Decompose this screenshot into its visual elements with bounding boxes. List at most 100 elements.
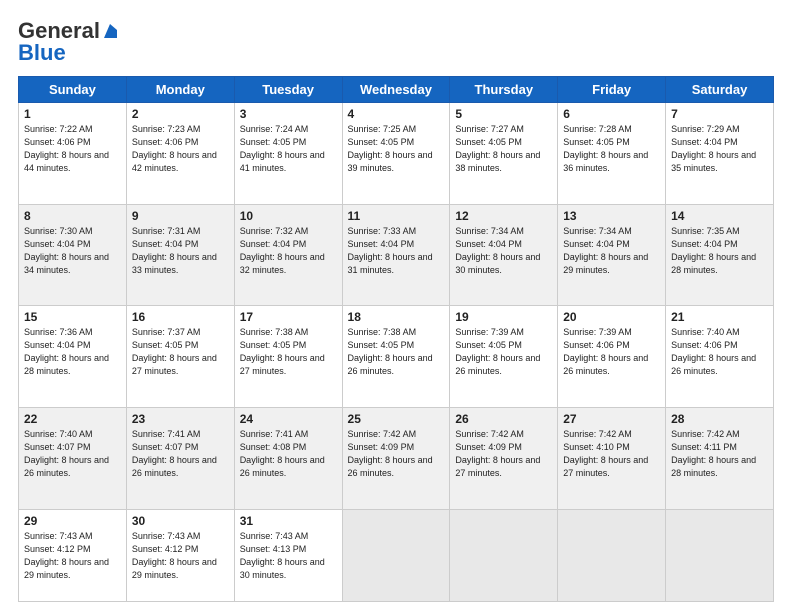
day-info: Sunrise: 7:42 AMSunset: 4:10 PMDaylight:… — [563, 429, 648, 478]
header: General Blue — [18, 18, 774, 66]
day-number: 23 — [132, 412, 229, 426]
logo-blue: Blue — [18, 40, 66, 66]
day-header-wednesday: Wednesday — [342, 77, 450, 103]
day-info: Sunrise: 7:28 AMSunset: 4:05 PMDaylight:… — [563, 124, 648, 173]
calendar-cell — [666, 509, 774, 601]
logo-icon — [101, 22, 119, 40]
day-info: Sunrise: 7:41 AMSunset: 4:08 PMDaylight:… — [240, 429, 325, 478]
calendar-cell: 18 Sunrise: 7:38 AMSunset: 4:05 PMDaylig… — [342, 306, 450, 408]
day-number: 26 — [455, 412, 552, 426]
day-number: 5 — [455, 107, 552, 121]
day-info: Sunrise: 7:43 AMSunset: 4:12 PMDaylight:… — [24, 531, 109, 580]
day-number: 29 — [24, 514, 121, 528]
calendar-cell: 17 Sunrise: 7:38 AMSunset: 4:05 PMDaylig… — [234, 306, 342, 408]
day-info: Sunrise: 7:24 AMSunset: 4:05 PMDaylight:… — [240, 124, 325, 173]
day-info: Sunrise: 7:42 AMSunset: 4:09 PMDaylight:… — [455, 429, 540, 478]
calendar-cell: 29 Sunrise: 7:43 AMSunset: 4:12 PMDaylig… — [19, 509, 127, 601]
calendar-cell: 13 Sunrise: 7:34 AMSunset: 4:04 PMDaylig… — [558, 204, 666, 306]
calendar-cell — [342, 509, 450, 601]
calendar-cell: 24 Sunrise: 7:41 AMSunset: 4:08 PMDaylig… — [234, 407, 342, 509]
day-info: Sunrise: 7:30 AMSunset: 4:04 PMDaylight:… — [24, 226, 109, 275]
day-info: Sunrise: 7:39 AMSunset: 4:06 PMDaylight:… — [563, 327, 648, 376]
day-info: Sunrise: 7:34 AMSunset: 4:04 PMDaylight:… — [563, 226, 648, 275]
calendar-cell: 22 Sunrise: 7:40 AMSunset: 4:07 PMDaylig… — [19, 407, 127, 509]
day-number: 24 — [240, 412, 337, 426]
day-info: Sunrise: 7:38 AMSunset: 4:05 PMDaylight:… — [240, 327, 325, 376]
calendar-cell: 9 Sunrise: 7:31 AMSunset: 4:04 PMDayligh… — [126, 204, 234, 306]
calendar-cell: 2 Sunrise: 7:23 AMSunset: 4:06 PMDayligh… — [126, 103, 234, 205]
day-number: 16 — [132, 310, 229, 324]
calendar-cell: 19 Sunrise: 7:39 AMSunset: 4:05 PMDaylig… — [450, 306, 558, 408]
page: General Blue SundayMondayTuesdayWednesda… — [0, 0, 792, 612]
calendar-cell: 7 Sunrise: 7:29 AMSunset: 4:04 PMDayligh… — [666, 103, 774, 205]
day-number: 1 — [24, 107, 121, 121]
day-number: 18 — [348, 310, 445, 324]
calendar-cell: 4 Sunrise: 7:25 AMSunset: 4:05 PMDayligh… — [342, 103, 450, 205]
day-info: Sunrise: 7:39 AMSunset: 4:05 PMDaylight:… — [455, 327, 540, 376]
calendar-cell: 21 Sunrise: 7:40 AMSunset: 4:06 PMDaylig… — [666, 306, 774, 408]
day-info: Sunrise: 7:29 AMSunset: 4:04 PMDaylight:… — [671, 124, 756, 173]
day-info: Sunrise: 7:42 AMSunset: 4:11 PMDaylight:… — [671, 429, 756, 478]
calendar-cell — [450, 509, 558, 601]
day-number: 10 — [240, 209, 337, 223]
day-number: 12 — [455, 209, 552, 223]
day-header-friday: Friday — [558, 77, 666, 103]
calendar-table: SundayMondayTuesdayWednesdayThursdayFrid… — [18, 76, 774, 602]
day-number: 30 — [132, 514, 229, 528]
day-info: Sunrise: 7:25 AMSunset: 4:05 PMDaylight:… — [348, 124, 433, 173]
day-info: Sunrise: 7:40 AMSunset: 4:06 PMDaylight:… — [671, 327, 756, 376]
calendar-cell: 16 Sunrise: 7:37 AMSunset: 4:05 PMDaylig… — [126, 306, 234, 408]
calendar-cell: 6 Sunrise: 7:28 AMSunset: 4:05 PMDayligh… — [558, 103, 666, 205]
calendar-cell: 10 Sunrise: 7:32 AMSunset: 4:04 PMDaylig… — [234, 204, 342, 306]
day-info: Sunrise: 7:43 AMSunset: 4:13 PMDaylight:… — [240, 531, 325, 580]
day-number: 31 — [240, 514, 337, 528]
calendar-cell: 23 Sunrise: 7:41 AMSunset: 4:07 PMDaylig… — [126, 407, 234, 509]
day-number: 11 — [348, 209, 445, 223]
calendar-cell: 30 Sunrise: 7:43 AMSunset: 4:12 PMDaylig… — [126, 509, 234, 601]
calendar-cell: 28 Sunrise: 7:42 AMSunset: 4:11 PMDaylig… — [666, 407, 774, 509]
day-number: 15 — [24, 310, 121, 324]
day-number: 3 — [240, 107, 337, 121]
calendar-cell: 25 Sunrise: 7:42 AMSunset: 4:09 PMDaylig… — [342, 407, 450, 509]
day-info: Sunrise: 7:33 AMSunset: 4:04 PMDaylight:… — [348, 226, 433, 275]
logo: General Blue — [18, 18, 119, 66]
day-number: 2 — [132, 107, 229, 121]
day-info: Sunrise: 7:22 AMSunset: 4:06 PMDaylight:… — [24, 124, 109, 173]
day-info: Sunrise: 7:38 AMSunset: 4:05 PMDaylight:… — [348, 327, 433, 376]
day-info: Sunrise: 7:40 AMSunset: 4:07 PMDaylight:… — [24, 429, 109, 478]
day-number: 28 — [671, 412, 768, 426]
day-number: 17 — [240, 310, 337, 324]
calendar-cell: 1 Sunrise: 7:22 AMSunset: 4:06 PMDayligh… — [19, 103, 127, 205]
day-header-sunday: Sunday — [19, 77, 127, 103]
day-info: Sunrise: 7:41 AMSunset: 4:07 PMDaylight:… — [132, 429, 217, 478]
day-info: Sunrise: 7:43 AMSunset: 4:12 PMDaylight:… — [132, 531, 217, 580]
day-header-thursday: Thursday — [450, 77, 558, 103]
day-number: 21 — [671, 310, 768, 324]
day-info: Sunrise: 7:32 AMSunset: 4:04 PMDaylight:… — [240, 226, 325, 275]
day-info: Sunrise: 7:23 AMSunset: 4:06 PMDaylight:… — [132, 124, 217, 173]
calendar-cell: 8 Sunrise: 7:30 AMSunset: 4:04 PMDayligh… — [19, 204, 127, 306]
day-number: 6 — [563, 107, 660, 121]
calendar-cell: 14 Sunrise: 7:35 AMSunset: 4:04 PMDaylig… — [666, 204, 774, 306]
day-number: 14 — [671, 209, 768, 223]
day-info: Sunrise: 7:37 AMSunset: 4:05 PMDaylight:… — [132, 327, 217, 376]
day-info: Sunrise: 7:27 AMSunset: 4:05 PMDaylight:… — [455, 124, 540, 173]
day-number: 9 — [132, 209, 229, 223]
day-info: Sunrise: 7:36 AMSunset: 4:04 PMDaylight:… — [24, 327, 109, 376]
calendar-cell: 26 Sunrise: 7:42 AMSunset: 4:09 PMDaylig… — [450, 407, 558, 509]
calendar-cell — [558, 509, 666, 601]
day-number: 20 — [563, 310, 660, 324]
calendar-cell: 5 Sunrise: 7:27 AMSunset: 4:05 PMDayligh… — [450, 103, 558, 205]
day-info: Sunrise: 7:42 AMSunset: 4:09 PMDaylight:… — [348, 429, 433, 478]
day-header-saturday: Saturday — [666, 77, 774, 103]
day-info: Sunrise: 7:34 AMSunset: 4:04 PMDaylight:… — [455, 226, 540, 275]
day-info: Sunrise: 7:31 AMSunset: 4:04 PMDaylight:… — [132, 226, 217, 275]
day-number: 7 — [671, 107, 768, 121]
calendar-cell: 11 Sunrise: 7:33 AMSunset: 4:04 PMDaylig… — [342, 204, 450, 306]
day-number: 8 — [24, 209, 121, 223]
day-number: 27 — [563, 412, 660, 426]
calendar-cell: 3 Sunrise: 7:24 AMSunset: 4:05 PMDayligh… — [234, 103, 342, 205]
day-info: Sunrise: 7:35 AMSunset: 4:04 PMDaylight:… — [671, 226, 756, 275]
calendar-cell: 31 Sunrise: 7:43 AMSunset: 4:13 PMDaylig… — [234, 509, 342, 601]
day-header-monday: Monday — [126, 77, 234, 103]
